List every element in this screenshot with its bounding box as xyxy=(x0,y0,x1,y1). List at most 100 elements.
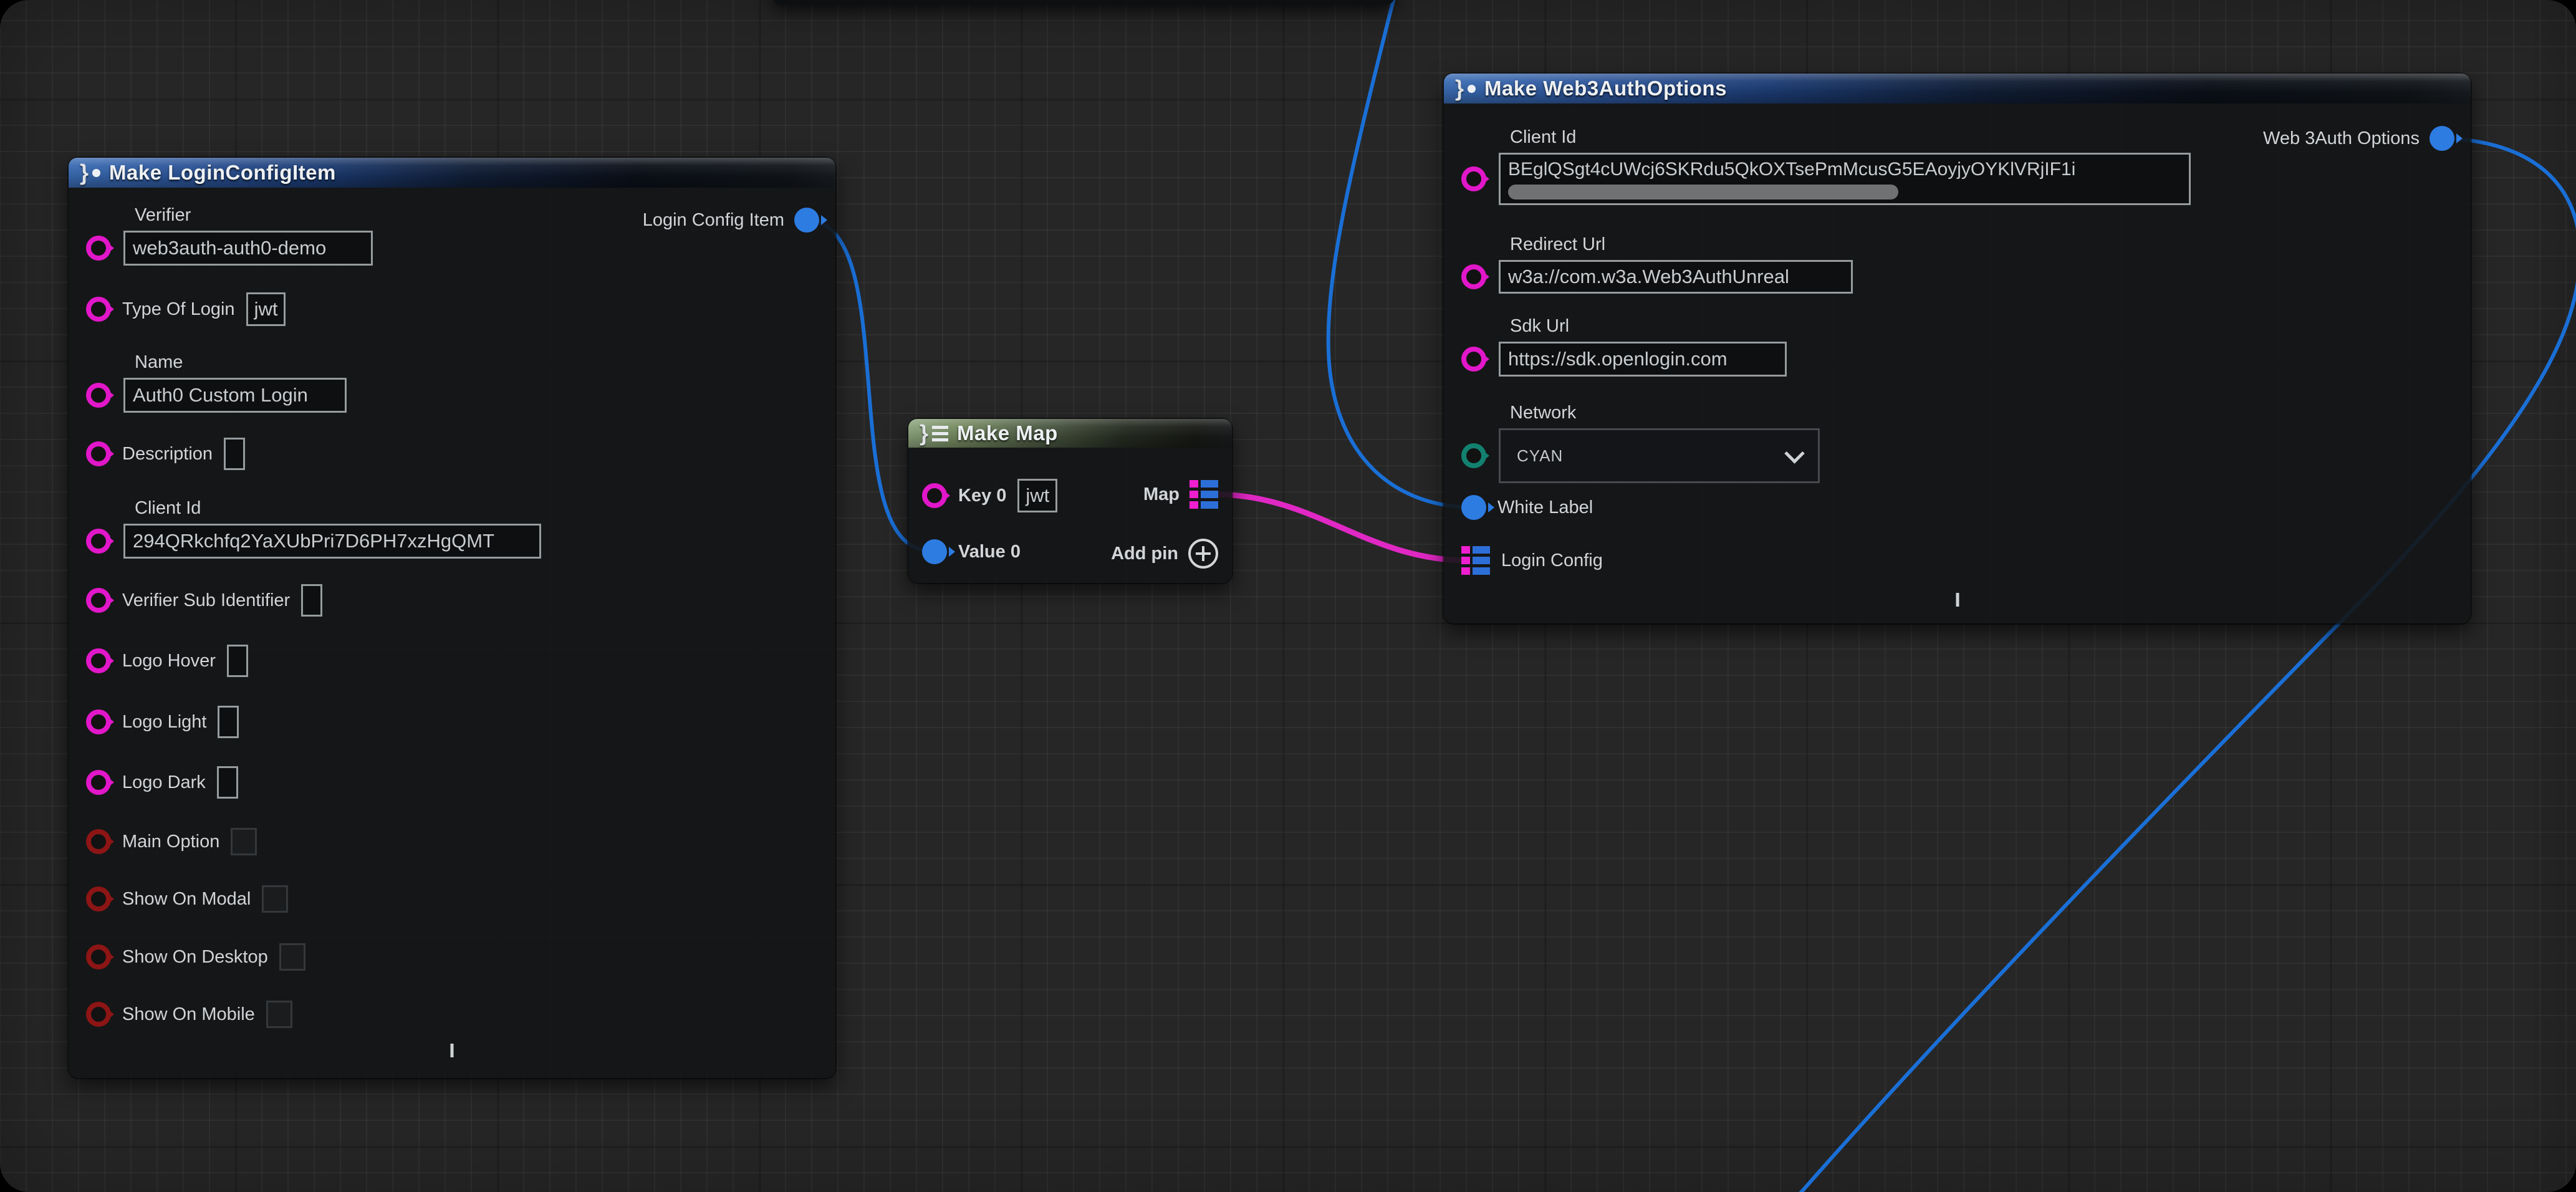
node-make-loginconfigitem[interactable]: } Make LoginConfigItem Login Config Item… xyxy=(69,158,835,1078)
pin-row-type-of-login: Type Of Login jwt xyxy=(86,292,286,327)
network-selected-value: CYAN xyxy=(1517,446,1563,466)
input-pin-redirect-url[interactable] xyxy=(1461,264,1486,289)
pin-row-show-on-mobile: Show On Mobile xyxy=(86,997,292,1032)
sdk-url-input[interactable]: https://sdk.openlogin.com xyxy=(1499,342,1787,377)
pin-row-redirect-url: Redirect Url w3a://com.w3a.Web3AuthUnrea… xyxy=(1461,234,1853,294)
pin-row-sdk-url: Sdk Url https://sdk.openlogin.com xyxy=(1461,316,1787,377)
pin-label-show-on-modal: Show On Modal xyxy=(122,889,251,910)
collapse-node-button[interactable] xyxy=(451,1047,454,1058)
input-pin-white-label[interactable] xyxy=(1461,495,1486,520)
output-pin-map[interactable] xyxy=(1189,480,1218,509)
input-pin-verifier[interactable] xyxy=(86,236,111,261)
pin-label-show-on-desktop: Show On Desktop xyxy=(122,947,268,968)
pin-label-sdk-url: Sdk Url xyxy=(1510,316,1787,337)
input-pin-sdk-url[interactable] xyxy=(1461,347,1486,372)
input-pin-logo-dark[interactable] xyxy=(86,770,111,795)
logo-dark-input[interactable] xyxy=(217,766,238,799)
pin-label-logo-light: Logo Light xyxy=(122,712,206,733)
pin-label-show-on-mobile: Show On Mobile xyxy=(122,1004,255,1025)
input-pin-logo-light[interactable] xyxy=(86,709,111,734)
output-row-map: Map xyxy=(1143,477,1218,512)
input-pin-show-on-desktop[interactable] xyxy=(86,944,111,969)
pin-row-key-0: Key 0 jwt xyxy=(922,478,1057,513)
node-make-web3authoptions[interactable]: } Make Web3AuthOptions Web 3Auth Options… xyxy=(1444,74,2471,623)
pin-row-logo-dark: Logo Dark xyxy=(86,765,238,800)
node-header-make-web3authoptions[interactable]: } Make Web3AuthOptions xyxy=(1444,74,2471,103)
logo-light-input[interactable] xyxy=(218,706,239,738)
pin-label-client-id: Client Id xyxy=(135,498,541,519)
show-on-modal-checkbox[interactable] xyxy=(262,885,288,913)
show-on-mobile-checkbox[interactable] xyxy=(266,1001,292,1028)
pin-row-verifier: Verifier web3auth-auth0-demo xyxy=(86,205,373,266)
blueprint-graph-canvas[interactable]: } Make LoginConfigItem Login Config Item… xyxy=(0,0,2576,1192)
input-pin-type-of-login[interactable] xyxy=(86,297,111,322)
type-of-login-input[interactable]: jwt xyxy=(246,292,286,326)
client-id-input[interactable]: BEglQSgt4cUWcj6SKRdu5QkOXTsePmMcusG5EAoy… xyxy=(1499,153,2191,205)
make-struct-icon: } xyxy=(1455,75,1476,102)
output-pin-label: Login Config Item xyxy=(643,210,784,231)
pin-row-show-on-desktop: Show On Desktop xyxy=(86,940,305,974)
input-pin-logo-hover[interactable] xyxy=(86,648,111,673)
offscreen-node-top[interactable] xyxy=(772,0,1395,5)
make-map-icon: } xyxy=(920,420,948,446)
pin-row-verifier-sub-identifier: Verifier Sub Identifier xyxy=(86,583,322,618)
main-option-checkbox[interactable] xyxy=(231,828,257,855)
wire-map-to-loginconfig[interactable] xyxy=(1214,494,1468,560)
output-pin-login-config-item[interactable] xyxy=(794,208,819,233)
client-id-input[interactable]: 294QRkchfq2YaXUbPri7D6PH7xzHgQMT xyxy=(123,524,541,559)
verifier-input[interactable]: web3auth-auth0-demo xyxy=(123,231,373,266)
node-title: Make LoginConfigItem xyxy=(109,161,336,185)
pin-label-verifier-sub-identifier: Verifier Sub Identifier xyxy=(122,590,290,611)
node-make-map[interactable]: } Make Map Key 0 jwt Map Value 0 Add pin xyxy=(908,419,1232,583)
input-pin-client-id[interactable] xyxy=(86,529,111,554)
output-pin-label: Web 3Auth Options xyxy=(2263,128,2420,149)
node-header-make-map[interactable]: } Make Map xyxy=(908,419,1232,448)
network-dropdown[interactable]: CYAN xyxy=(1499,428,1820,483)
pin-row-value-0: Value 0 xyxy=(922,534,1021,569)
pin-row-client-id: Client Id 294QRkchfq2YaXUbPri7D6PH7xzHgQ… xyxy=(86,498,541,559)
input-pin-key-0[interactable] xyxy=(922,483,947,508)
collapse-node-button[interactable] xyxy=(1956,596,1959,607)
pin-label-verifier: Verifier xyxy=(135,205,373,226)
input-pin-show-on-modal[interactable] xyxy=(86,887,111,911)
pin-row-login-config: Login Config xyxy=(1461,543,1603,578)
output-row-login-config-item: Login Config Item xyxy=(643,203,819,238)
input-pin-login-config[interactable] xyxy=(1461,546,1490,575)
input-pin-description[interactable] xyxy=(86,441,111,466)
output-pin-label-map: Map xyxy=(1143,484,1180,505)
input-pin-client-id[interactable] xyxy=(1461,166,1486,191)
pin-label-white-label: White Label xyxy=(1497,497,1593,518)
pin-label-client-id: Client Id xyxy=(1510,127,2191,148)
pin-row-show-on-modal: Show On Modal xyxy=(86,882,288,916)
input-pin-value-0[interactable] xyxy=(922,539,947,564)
make-struct-icon: } xyxy=(80,160,100,186)
client-id-scrollbar[interactable] xyxy=(1508,185,1898,199)
pin-label-main-option: Main Option xyxy=(122,832,219,852)
verifier-sub-identifier-input[interactable] xyxy=(301,584,322,617)
node-header-make-loginconfigitem[interactable]: } Make LoginConfigItem xyxy=(69,158,835,188)
input-pin-network[interactable] xyxy=(1461,443,1486,468)
node-title: Make Map xyxy=(957,421,1058,445)
pin-label-login-config: Login Config xyxy=(1501,550,1603,571)
redirect-url-input[interactable]: w3a://com.w3a.Web3AuthUnreal xyxy=(1499,260,1853,294)
add-pin-row: Add pin xyxy=(1111,536,1218,571)
show-on-desktop-checkbox[interactable] xyxy=(279,943,305,971)
output-pin-web3auth-options[interactable] xyxy=(2429,126,2454,151)
input-pin-main-option[interactable] xyxy=(86,829,111,854)
pin-row-main-option: Main Option xyxy=(86,824,257,859)
input-pin-show-on-mobile[interactable] xyxy=(86,1002,111,1027)
key-0-input[interactable]: jwt xyxy=(1017,479,1057,512)
add-pin-button[interactable] xyxy=(1188,539,1218,569)
pin-row-name: Name Auth0 Custom Login xyxy=(86,352,347,413)
node-title: Make Web3AuthOptions xyxy=(1484,77,1727,100)
pin-label-name: Name xyxy=(135,352,347,373)
input-pin-name[interactable] xyxy=(86,383,111,408)
pin-label-network: Network xyxy=(1510,403,1820,423)
pin-row-logo-hover: Logo Hover xyxy=(86,643,248,678)
pin-label-key-0: Key 0 xyxy=(958,486,1006,506)
logo-hover-input[interactable] xyxy=(227,645,248,677)
input-pin-verifier-sub-identifier[interactable] xyxy=(86,588,111,613)
add-pin-label: Add pin xyxy=(1111,544,1178,564)
name-input[interactable]: Auth0 Custom Login xyxy=(123,378,347,413)
description-input[interactable] xyxy=(224,438,245,470)
